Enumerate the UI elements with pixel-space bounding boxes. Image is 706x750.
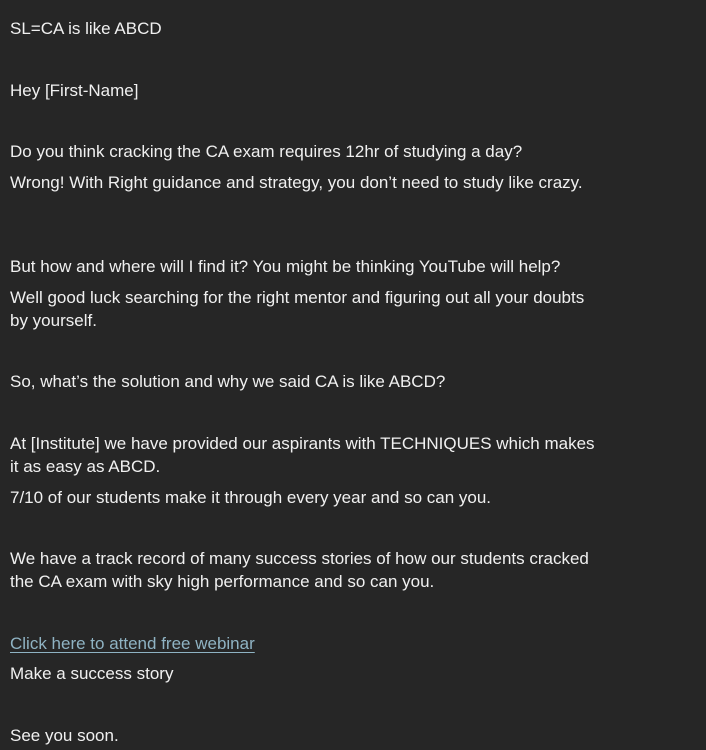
answer-paragraph: Wrong! With Right guidance and strategy,… bbox=[10, 173, 583, 192]
stat-paragraph: 7/10 of our students make it through eve… bbox=[10, 488, 492, 507]
signoff: See you soon. bbox=[10, 726, 119, 745]
email-body: SL=CA is like ABCD Hey [First-Name] Do y… bbox=[0, 0, 706, 750]
track-record-paragraph: We have a track record of many success s… bbox=[10, 549, 589, 591]
webinar-line: Click here to attend free webinar bbox=[10, 632, 600, 655]
mentor-paragraph: Well good luck searching for the right m… bbox=[10, 288, 585, 330]
webinar-link[interactable]: Click here to attend free webinar bbox=[10, 634, 255, 653]
greeting: Hey [First-Name] bbox=[10, 81, 139, 100]
intro-question: Do you think cracking the CA exam requir… bbox=[10, 142, 523, 161]
subject-line: SL=CA is like ABCD bbox=[10, 19, 162, 38]
institute-paragraph: At [Institute] we have provided our aspi… bbox=[10, 434, 595, 476]
success-line: Make a success story bbox=[10, 664, 174, 683]
solution-question: So, what’s the solution and why we said … bbox=[10, 372, 446, 391]
youtube-question: But how and where will I find it? You mi… bbox=[10, 257, 561, 276]
